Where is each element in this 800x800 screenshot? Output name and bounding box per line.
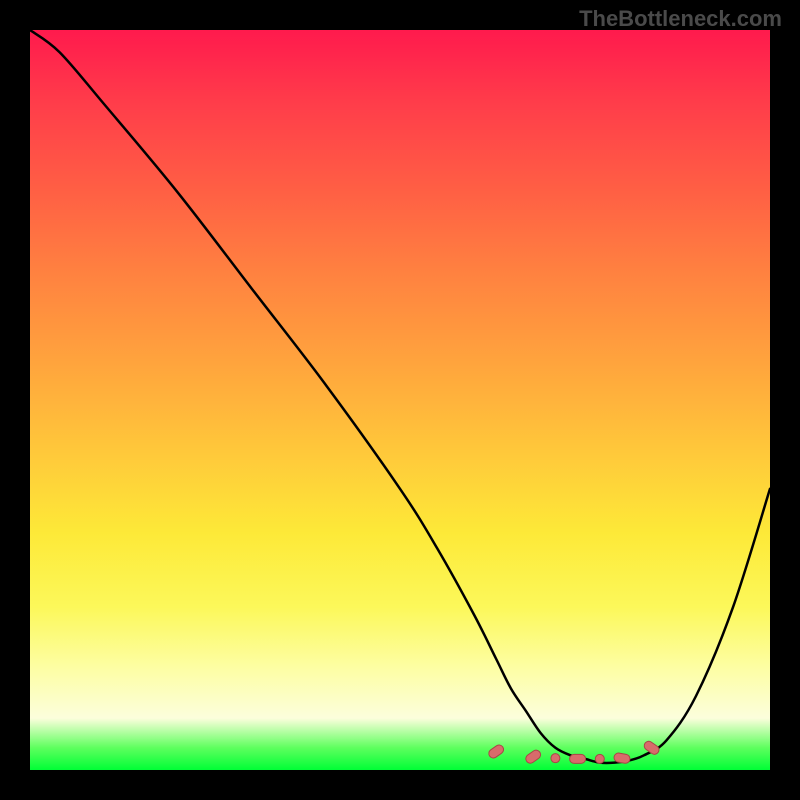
chart-container: TheBottleneck.com <box>0 0 800 800</box>
bottleneck-curve-svg <box>30 30 770 770</box>
marker-3 <box>570 754 586 763</box>
marker-0 <box>487 743 505 760</box>
bottleneck-curve <box>30 30 770 763</box>
marker-2 <box>551 754 560 763</box>
plot-area <box>30 30 770 770</box>
markers-group <box>487 740 661 765</box>
marker-4 <box>595 754 604 763</box>
attribution-text: TheBottleneck.com <box>579 6 782 32</box>
marker-1 <box>524 748 542 765</box>
